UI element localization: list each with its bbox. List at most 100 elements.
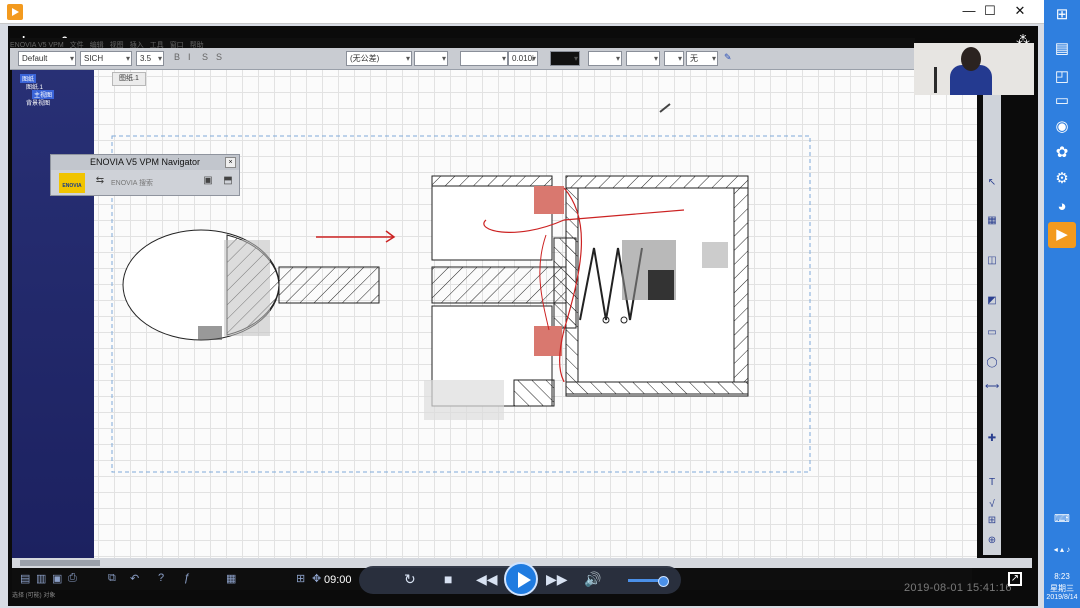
rewind-icon[interactable]: ◀◀ <box>476 571 498 588</box>
text-icon[interactable]: T <box>985 477 999 489</box>
tray-icons[interactable]: ◂ ▴ ♪ <box>1046 545 1078 554</box>
color-select[interactable] <box>550 51 580 66</box>
open-icon[interactable]: ▥ <box>36 572 46 585</box>
layer-icon[interactable]: ▦ <box>226 572 236 585</box>
roughness-icon[interactable]: √ <box>985 499 999 511</box>
clock-time[interactable]: 8:23 <box>1046 572 1078 581</box>
dimension-icon[interactable]: ⟷ <box>985 381 999 393</box>
close-button[interactable]: ✕ <box>1005 0 1035 22</box>
table-icon[interactable]: ⊞ <box>985 515 999 527</box>
formula-icon[interactable]: ƒ <box>184 572 190 584</box>
bold-icon[interactable]: B <box>174 52 180 62</box>
size-select[interactable]: 3.5 <box>136 51 164 66</box>
mask-block <box>534 186 564 214</box>
ellipse-icon[interactable]: ◯ <box>985 357 999 369</box>
save-icon[interactable]: ▣ <box>52 572 62 585</box>
recording-timestamp: 2019-08-01 15:41:16 <box>904 582 1012 594</box>
clock-date[interactable]: 2019/8/14 <box>1046 594 1078 601</box>
tools-icon[interactable]: ⚙ <box>1048 166 1076 192</box>
enovia-navigator-panel: ENOVIA V5 VPM Navigator × ENOVIA ⇆ ENOVI… <box>50 154 240 196</box>
enovia-title: ENOVIA V5 VPM Navigator <box>51 155 239 170</box>
fit-all-icon[interactable]: ⊞ <box>296 572 305 585</box>
italic-icon[interactable]: I <box>188 52 191 62</box>
paint-app-icon[interactable]: ✿ <box>1048 140 1076 166</box>
cylinder-top-wall <box>565 175 749 189</box>
mask-block <box>224 240 270 336</box>
presenter-head <box>961 47 981 71</box>
linestyle-select[interactable] <box>626 51 660 66</box>
rectangle-icon[interactable]: ▭ <box>985 327 999 339</box>
housing-upper-hatch <box>431 175 553 187</box>
edge-icon[interactable]: ◉ <box>1048 114 1076 140</box>
mask-block <box>702 242 728 268</box>
axis-icon[interactable]: ⊕ <box>985 535 999 547</box>
browser-icon[interactable]: ◰ <box>1048 64 1076 90</box>
desktop-taskbar: ⊞ ▤ ◰ ▭ ◉ ✿ ⚙ ◕ ▶ ⌨ ◂ ▴ ♪ 8:23 星期三 2019/… <box>1044 0 1080 608</box>
specification-tree: 图纸 图纸.1 主视图 背景视图 <box>12 70 94 558</box>
stop-icon[interactable]: ■ <box>444 571 452 587</box>
cylinder-end-wall <box>733 187 749 383</box>
status-bar: 选择 (可能) 对象 <box>12 593 56 599</box>
enovia-logo-icon[interactable]: ENOVIA <box>59 173 85 193</box>
strikethrough-icon[interactable]: S <box>202 52 208 62</box>
linetype-select[interactable] <box>588 51 622 66</box>
webcam-overlay <box>914 43 1034 95</box>
tolerance-select[interactable]: (无公差) <box>346 51 412 66</box>
new-icon[interactable]: ▤ <box>20 572 30 585</box>
screen: — ☐ ✕ zhumu_0 ⁂ ENOVIA V5 VPM文件编辑视图插入工具窗… <box>0 0 1080 608</box>
clock-weekday[interactable]: 星期三 <box>1046 583 1078 594</box>
thickness-select[interactable] <box>664 51 684 66</box>
enovia-search-label[interactable]: ENOVIA 搜索 <box>111 178 153 188</box>
right-toolbar: ↖ ▦ ◫ ◩ ▭ ◯ ⟷ ✚ T √ ⊞ ⊕ <box>983 95 1001 555</box>
paint-icon[interactable]: ✎ <box>724 52 732 63</box>
underline-icon[interactable]: S <box>216 52 222 62</box>
style-select[interactable]: Default <box>18 51 76 66</box>
fast-forward-icon[interactable]: ▶▶ <box>546 571 568 588</box>
select-icon[interactable]: ↖ <box>985 177 999 189</box>
fill-select[interactable]: 无 <box>686 51 718 66</box>
scroll-thumb[interactable] <box>20 560 100 566</box>
copy-icon[interactable]: ⧉ <box>108 572 116 585</box>
housing-middle <box>431 266 569 304</box>
microphone-icon <box>934 67 937 93</box>
detail-icon[interactable]: ◩ <box>985 295 999 307</box>
wechat-icon[interactable]: ◕ <box>1048 194 1076 220</box>
play-button[interactable] <box>504 562 538 596</box>
scale-select[interactable]: 0.010i <box>508 51 538 66</box>
annotation-icon[interactable]: ✚ <box>985 433 999 445</box>
font-select[interactable]: SICH <box>80 51 132 66</box>
enovia-open-icon[interactable]: ▣ <box>201 175 215 191</box>
undo-icon[interactable]: ↶ <box>130 572 139 585</box>
timecode: 09:00 <box>324 574 352 586</box>
shaft <box>278 266 380 304</box>
housing-lower-hatch <box>513 379 555 407</box>
pencil-cursor-icon <box>659 103 671 113</box>
volume-icon[interactable]: 🔊 <box>584 571 601 588</box>
network-app-icon[interactable]: ▤ <box>1048 36 1076 62</box>
tree-node-background[interactable]: 背景视图 <box>26 98 50 107</box>
pan-icon[interactable]: ✥ <box>312 572 321 585</box>
maximize-button[interactable]: ☐ <box>975 0 1005 22</box>
print-icon[interactable]: ⎙ <box>68 572 77 585</box>
precision-select[interactable] <box>460 51 508 66</box>
enovia-close-button[interactable]: × <box>225 157 236 168</box>
mask-block <box>424 380 504 420</box>
windows-start-icon[interactable]: ⊞ <box>1048 2 1076 28</box>
rotate-icon[interactable]: ↻ <box>404 571 416 588</box>
mask-block <box>648 270 674 300</box>
enovia-save-icon[interactable]: ⬒ <box>221 175 235 191</box>
restore-icon[interactable]: ↗ <box>1008 572 1022 586</box>
folder-icon[interactable]: ▭ <box>1048 88 1076 114</box>
section-icon[interactable]: ◫ <box>985 255 999 267</box>
mask-block <box>198 326 222 340</box>
help-icon[interactable]: ? <box>158 572 164 584</box>
enovia-connect-icon[interactable]: ⇆ <box>93 175 107 191</box>
tolerance-value-select[interactable] <box>414 51 448 66</box>
drawing-canvas <box>111 103 811 473</box>
keyboard-icon[interactable]: ⌨ <box>1046 512 1078 525</box>
player-taskbar-icon[interactable]: ▶ <box>1048 222 1076 248</box>
view-icon[interactable]: ▦ <box>985 215 999 227</box>
mask-block <box>534 326 562 356</box>
catia-toolbar: Default SICH 3.5 B I S S (无公差) 0.010i 无 … <box>10 48 915 70</box>
volume-slider[interactable] <box>628 576 669 587</box>
